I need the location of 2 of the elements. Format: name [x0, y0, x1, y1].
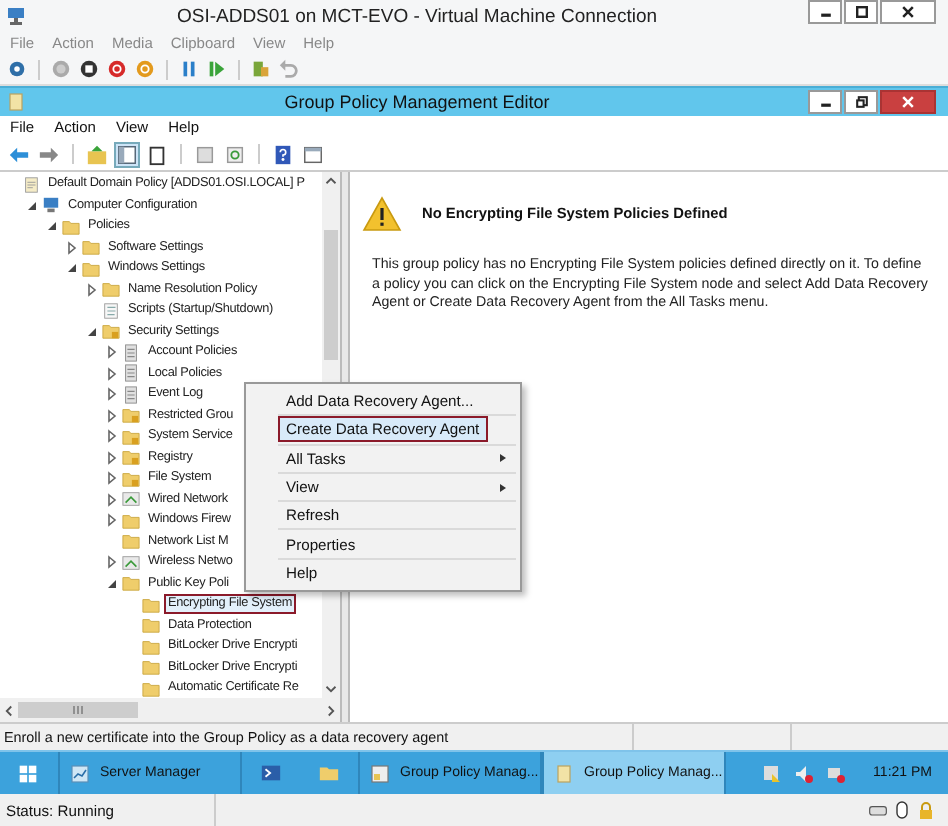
window-title: Group Policy Management Editor — [282, 91, 552, 112]
window-title: OSI-ADDS01 on MCT-EVO - Virtual Machine Connection — [174, 5, 660, 28]
